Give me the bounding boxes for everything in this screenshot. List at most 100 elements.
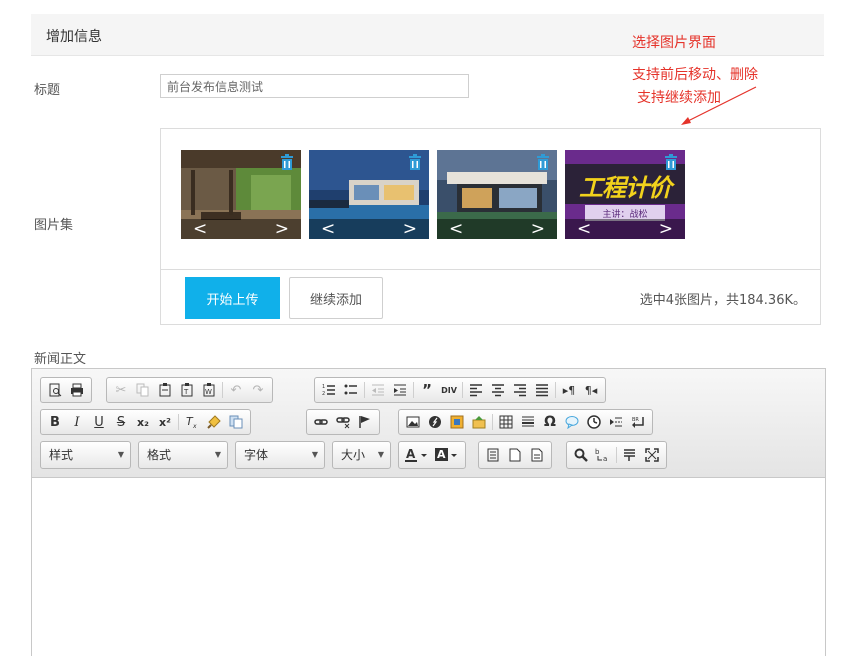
toolbar-group-links bbox=[306, 409, 380, 435]
continue-add-button[interactable]: 继续添加 bbox=[289, 277, 383, 319]
move-right-button[interactable]: > bbox=[659, 220, 673, 238]
svg-text:b: b bbox=[595, 448, 600, 456]
div-container-icon[interactable]: DIV bbox=[438, 379, 460, 401]
iframe-icon[interactable] bbox=[583, 411, 605, 433]
toolbar-separator bbox=[462, 382, 463, 398]
unlink-icon[interactable] bbox=[332, 411, 354, 433]
toolbar-group-insert: Ω BR bbox=[398, 409, 653, 435]
font-dropdown-label: 字体 bbox=[244, 448, 269, 462]
svg-text:W: W bbox=[205, 388, 212, 396]
format-dropdown[interactable]: 格式 ▼ bbox=[138, 441, 228, 469]
style-dropdown-label: 样式 bbox=[49, 448, 74, 462]
print-icon[interactable] bbox=[66, 379, 88, 401]
move-left-button[interactable]: < bbox=[321, 220, 335, 238]
move-left-button[interactable]: < bbox=[577, 220, 591, 238]
trash-icon[interactable] bbox=[407, 154, 423, 170]
cut-icon[interactable]: ✂ bbox=[110, 379, 132, 401]
toolbar-separator bbox=[222, 382, 223, 398]
templates-icon[interactable] bbox=[526, 444, 548, 466]
trash-icon[interactable] bbox=[535, 154, 551, 170]
numbered-list-icon[interactable]: 12 bbox=[318, 379, 340, 401]
toolbar-group-document bbox=[40, 377, 92, 403]
outdent-icon[interactable] bbox=[367, 379, 389, 401]
text-color-icon[interactable]: A bbox=[402, 444, 432, 466]
replace-icon[interactable]: ba bbox=[592, 444, 614, 466]
align-right-icon[interactable] bbox=[509, 379, 531, 401]
select-all-icon[interactable] bbox=[619, 444, 641, 466]
align-justify-icon[interactable] bbox=[531, 379, 553, 401]
rtl-direction-icon[interactable]: ¶◂ bbox=[580, 379, 602, 401]
start-upload-button[interactable]: 开始上传 bbox=[185, 277, 280, 319]
trash-icon[interactable] bbox=[663, 154, 679, 170]
move-left-button[interactable]: < bbox=[193, 220, 207, 238]
move-left-button[interactable]: < bbox=[449, 220, 463, 238]
background-color-icon[interactable]: A bbox=[432, 444, 462, 466]
blockquote-icon[interactable]: ” bbox=[416, 379, 438, 401]
page-title: 增加信息 bbox=[46, 29, 102, 45]
media-icon[interactable] bbox=[446, 411, 468, 433]
bullet-list-icon[interactable] bbox=[340, 379, 362, 401]
toolbar-group-basic-styles: B I U S x₂ x² Tx bbox=[40, 409, 251, 435]
redo-icon[interactable]: ↷ bbox=[247, 379, 269, 401]
preview-icon[interactable] bbox=[44, 379, 66, 401]
ltr-direction-icon[interactable]: ▸¶ bbox=[558, 379, 580, 401]
font-dropdown[interactable]: 字体 ▼ bbox=[235, 441, 325, 469]
thumbnail-villa[interactable]: < > bbox=[309, 150, 429, 239]
italic-icon[interactable]: I bbox=[66, 411, 88, 433]
undo-icon[interactable]: ↶ bbox=[225, 379, 247, 401]
indent-icon[interactable] bbox=[389, 379, 411, 401]
link-icon[interactable] bbox=[310, 411, 332, 433]
paste-word-icon[interactable]: W bbox=[198, 379, 220, 401]
copy-format-icon[interactable] bbox=[203, 411, 225, 433]
flash-icon[interactable] bbox=[424, 411, 446, 433]
align-center-icon[interactable] bbox=[487, 379, 509, 401]
thumbnail-house[interactable]: < > bbox=[437, 150, 557, 239]
toolbar-group-colors: A A bbox=[398, 441, 466, 469]
trash-icon[interactable] bbox=[279, 154, 295, 170]
size-dropdown[interactable]: 大小 ▼ bbox=[332, 441, 391, 469]
annotation-line-2: 支持前后移动、删除 bbox=[632, 67, 758, 83]
new-page-icon[interactable] bbox=[504, 444, 526, 466]
upload-status: 选中4张图片，共184.36K。 bbox=[639, 293, 806, 308]
toolbar-separator bbox=[555, 382, 556, 398]
special-char-icon[interactable]: Ω bbox=[539, 411, 561, 433]
paste-icon[interactable] bbox=[154, 379, 176, 401]
banner-title: 工程计价 bbox=[579, 174, 672, 202]
align-left-icon[interactable] bbox=[465, 379, 487, 401]
move-right-button[interactable]: > bbox=[403, 220, 417, 238]
editor-toolbar: ✂ T W ↶ ↷ 12 ” DIV ▸¶ ¶◂ B I U S x₂ x² T… bbox=[32, 369, 825, 478]
paste-text-icon[interactable]: T bbox=[176, 379, 198, 401]
toolbar-separator bbox=[364, 382, 365, 398]
search-icon[interactable] bbox=[570, 444, 592, 466]
thumbnail-patio[interactable]: < > bbox=[181, 150, 301, 239]
bold-icon[interactable]: B bbox=[44, 411, 66, 433]
insert-file-icon[interactable] bbox=[468, 411, 490, 433]
page-break-icon[interactable] bbox=[605, 411, 627, 433]
style-dropdown[interactable]: 样式 ▼ bbox=[40, 441, 131, 469]
underline-icon[interactable]: U bbox=[88, 411, 110, 433]
toolbar-group-tools: ba bbox=[566, 441, 667, 469]
editor-content-area[interactable] bbox=[32, 478, 825, 656]
insert-line-break-icon[interactable]: BR bbox=[627, 411, 649, 433]
move-right-button[interactable]: > bbox=[531, 220, 545, 238]
thumbnail-banner[interactable]: 工程计价 主讲：战松 < > bbox=[565, 150, 685, 239]
copy-icon[interactable] bbox=[132, 379, 154, 401]
toolbar-group-paragraph: 12 ” DIV ▸¶ ¶◂ bbox=[314, 377, 606, 403]
remove-format-icon[interactable]: Tx bbox=[181, 411, 203, 433]
anchor-flag-icon[interactable] bbox=[354, 411, 376, 433]
image-icon[interactable] bbox=[402, 411, 424, 433]
title-input[interactable] bbox=[160, 74, 469, 98]
smiley-icon[interactable] bbox=[561, 411, 583, 433]
svg-text:2: 2 bbox=[322, 391, 325, 397]
strikethrough-icon[interactable]: S bbox=[110, 411, 132, 433]
maximize-icon[interactable] bbox=[641, 444, 663, 466]
paste-format-icon[interactable] bbox=[225, 411, 247, 433]
title-label: 标题 bbox=[34, 83, 61, 98]
subscript-icon[interactable]: x₂ bbox=[132, 411, 154, 433]
table-icon[interactable] bbox=[495, 411, 517, 433]
show-blocks-icon[interactable] bbox=[482, 444, 504, 466]
move-right-button[interactable]: > bbox=[275, 220, 289, 238]
superscript-icon[interactable]: x² bbox=[154, 411, 176, 433]
svg-text:a: a bbox=[603, 455, 607, 463]
horizontal-rule-icon[interactable] bbox=[517, 411, 539, 433]
